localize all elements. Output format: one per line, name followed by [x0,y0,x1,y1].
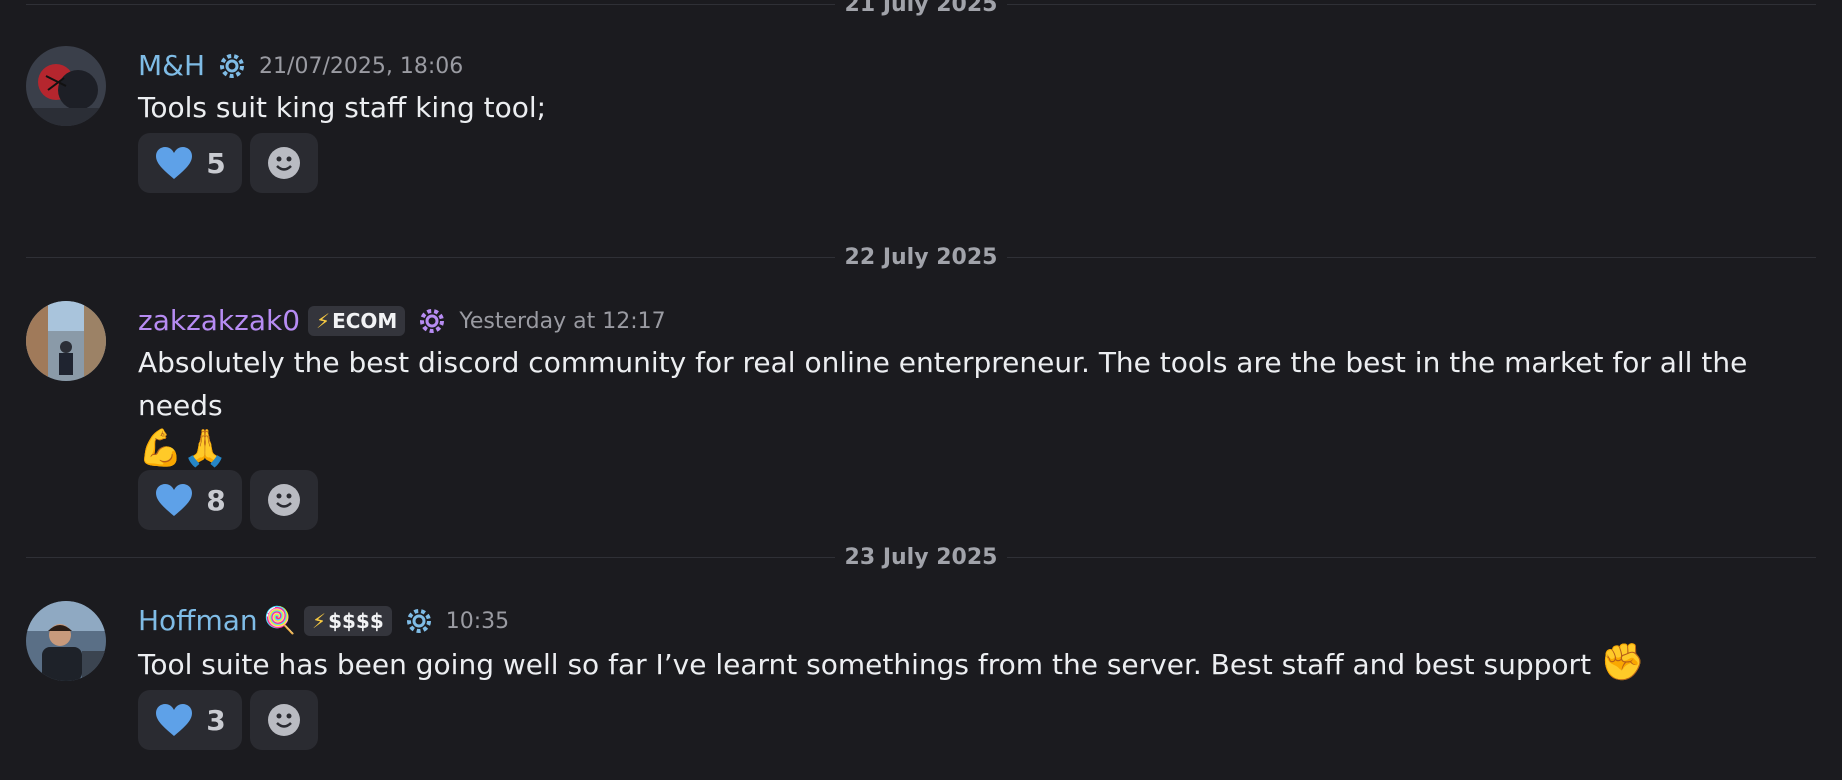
gear-icon [417,306,447,336]
role-tag[interactable]: ⚡ ECOM [308,306,406,336]
role-tag-label: ECOM [332,309,398,333]
add-reaction-button[interactable] [250,133,318,193]
username[interactable]: zakzakzak0 [138,304,300,338]
message-text: Tools suit king staff king tool; [138,91,547,124]
avatar[interactable] [26,601,106,681]
blue-heart-icon [156,484,193,516]
username[interactable]: Hoffman [138,604,258,638]
date-divider: 22 July 2025 [26,243,1816,273]
smiley-icon [268,147,300,179]
smiley-icon [268,484,300,516]
message-emoji: 💪🙏 [138,428,228,469]
timestamp[interactable]: 21/07/2025, 18:06 [259,54,463,79]
date-divider: 21 July 2025 [26,0,1816,20]
smiley-icon [268,704,300,736]
message-text-line: Tool suite has been going well so far I’… [138,641,1826,686]
reaction-count: 3 [206,703,226,737]
add-reaction-button[interactable] [250,690,318,750]
heart-reaction-button[interactable]: 5 [138,133,242,193]
reaction-count: 8 [206,483,226,517]
role-tag[interactable]: ⚡ $$$$ [304,606,392,636]
role-tag-label: $$$$ [328,609,384,633]
reaction-count: 5 [206,146,226,180]
avatar[interactable] [26,301,106,381]
raised-fist-emoji: ✊ [1599,642,1645,683]
add-reaction-button[interactable] [250,470,318,530]
timestamp[interactable]: 10:35 [446,609,509,634]
date-divider-label: 23 July 2025 [834,545,1008,570]
date-divider-label: 21 July 2025 [834,0,1008,17]
heart-reaction-button[interactable]: 3 [138,690,242,750]
message-text: Tool suite has been going well so far I’… [138,648,1592,681]
username[interactable]: M&H [138,49,205,83]
blue-heart-icon [156,704,193,736]
lightning-icon: ⚡ [312,609,327,633]
avatar[interactable] [26,46,106,126]
gear-icon [404,606,434,636]
date-divider: 23 July 2025 [26,543,1816,573]
lollipop-icon: 🍭 [263,606,297,636]
date-divider-label: 22 July 2025 [834,245,1008,270]
timestamp[interactable]: Yesterday at 12:17 [459,309,665,334]
lightning-icon: ⚡ [316,309,331,333]
gear-icon [217,51,247,81]
blue-heart-icon [156,147,193,179]
message-text: Absolutely the best discord community fo… [138,346,1748,422]
heart-reaction-button[interactable]: 8 [138,470,242,530]
